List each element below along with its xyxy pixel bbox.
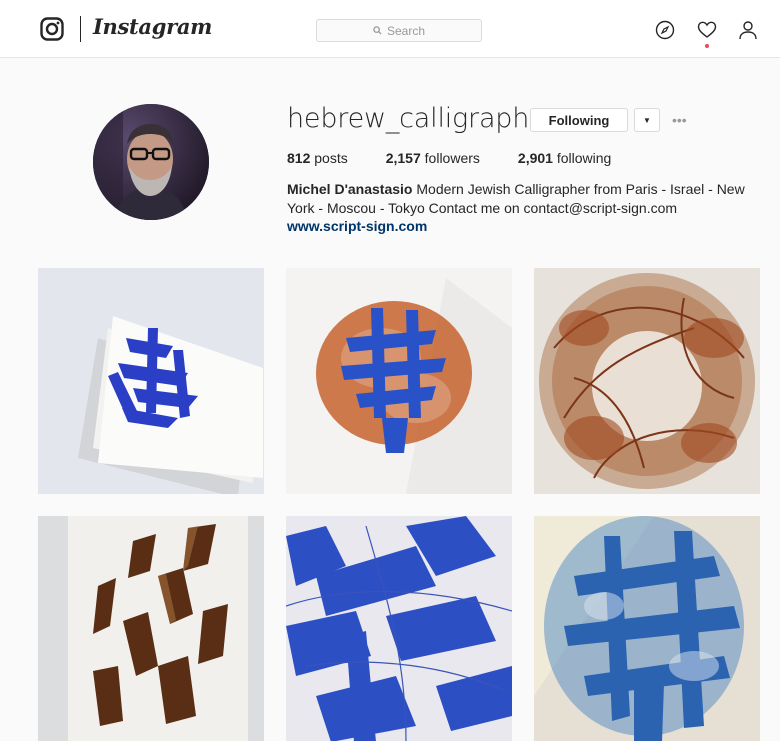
top-nav: Instagram Search (0, 0, 780, 58)
stat-label: posts (314, 150, 348, 166)
post-thumbnail[interactable] (534, 268, 760, 494)
profile-username: hebrew_calligrapher (287, 103, 557, 134)
profile-avatar[interactable] (93, 104, 209, 220)
following-button[interactable]: Following (530, 108, 628, 132)
post-thumbnail[interactable] (534, 516, 760, 741)
posts-count: 812 posts (287, 150, 348, 166)
following-count[interactable]: 2,901 following (518, 150, 611, 166)
more-options-icon[interactable]: ••• (672, 112, 687, 128)
search-placeholder: Search (386, 23, 426, 38)
post-thumbnail[interactable] (38, 268, 264, 494)
person-icon[interactable] (738, 20, 758, 40)
stat-label: followers (424, 150, 480, 166)
search-icon (373, 26, 382, 35)
stat-value: 812 (287, 150, 311, 166)
post-thumbnail[interactable] (286, 516, 512, 741)
heart-icon[interactable] (697, 20, 717, 40)
website-link[interactable]: www.script-sign.com (287, 218, 427, 234)
compass-icon[interactable] (655, 20, 675, 40)
notification-dot (705, 44, 709, 48)
stat-value: 2,157 (385, 150, 421, 166)
instagram-wordmark[interactable]: Instagram (93, 14, 212, 39)
chevron-down-icon: ▼ (643, 115, 651, 125)
post-thumbnail[interactable] (286, 268, 512, 494)
followers-count[interactable]: 2,157 followers (386, 150, 480, 166)
logo-divider (80, 16, 81, 42)
profile-stats: 812 posts 2,157 followers 2,901 followin… (287, 150, 649, 166)
stat-value: 2,901 (517, 150, 553, 166)
post-thumbnail[interactable] (38, 516, 264, 741)
profile-full-name: Michel D'anastasio (287, 181, 413, 197)
instagram-glyph-icon[interactable] (40, 17, 64, 41)
search-input[interactable]: Search (316, 19, 482, 42)
suggestions-dropdown-button[interactable]: ▼ (634, 108, 660, 132)
stat-label: following (556, 150, 612, 166)
profile-bio: Michel D'anastasio Modern Jewish Calligr… (287, 180, 757, 218)
